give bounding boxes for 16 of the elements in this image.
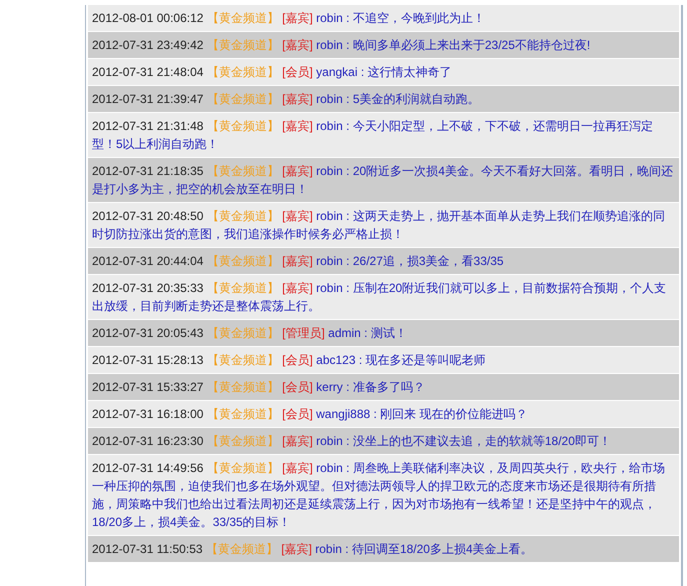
chat-message: 2012-07-31 20:48:50 【黄金频道】 [嘉宾] robin : 这两天走势上，抛开基本面单从走势上我们在顺势追涨的同时切防拉涨出货的意图，我们追涨操作时候务必严格止损！ <box>88 203 679 247</box>
chat-message: 2012-08-01 00:06:12 【黄金频道】 [嘉宾] robin : 不追空，今晚到此为止！ <box>88 5 679 31</box>
chat-message: 2012-07-31 16:18:00 【黄金频道】 [会员] wangji888 : 刚回来 现在的价位能进吗？ <box>88 401 679 427</box>
chat-message: 2012-07-31 20:44:04 【黄金频道】 [嘉宾] robin : 26/27追，损3美金，看33/35 <box>88 248 679 274</box>
chat-message: 2012-07-31 20:35:33 【黄金频道】 [嘉宾] robin : 压制在20附近我们就可以多上，目前数据符合预期，个人支出放缓，目前判断走势还是整体震荡上行。 <box>88 275 679 319</box>
chat-message: 2012-07-31 21:39:47 【黄金频道】 [嘉宾] robin : 5美金的利润就自动跑。 <box>88 86 679 112</box>
chat-message: 2012-07-31 21:18:35 【黄金频道】 [嘉宾] robin : 20附近多一次损4美金。今天不看好大回落。看明日，晚间还是打小多为主，把空的机会放至在明日！ <box>88 158 679 202</box>
chat-message: 2012-07-31 15:28:13 【黄金频道】 [会员] abc123 : 现在多还是等叫呢老师 <box>88 347 679 373</box>
chat-message: 2012-07-31 15:33:27 【黄金频道】 [会员] kerry : 准备多了吗？ <box>88 374 679 400</box>
chat-message: 2012-07-31 20:05:43 【黄金频道】 [管理员] admin : 测试！ <box>88 320 679 346</box>
chat-message: 2012-07-31 21:48:04 【黄金频道】 [会员] yangkai : 这行情太神奇了 <box>88 59 679 85</box>
chat-message: 2012-07-31 11:50:53 【黄金频道】 [嘉宾] robin : 待回调至18/20多上损4美金上看。 <box>88 536 679 562</box>
chat-message: 2012-07-31 14:49:56 【黄金频道】 [嘉宾] robin : 周叁晚上美联储利率决议，及周四英央行，欧央行，给市场一种压抑的氛围，迫使我们也多在场外观望。但对德法两领导人的捍卫欧元的态度来市场还是很期待有所措施，周策略中我们也给出过看法周初还是延续震荡上行，因为对市场抱有一线希望！还是坚持中午的观点，18/20多上，损4美金。33/35的目标！ <box>88 455 679 535</box>
chat-message: 2012-07-31 16:23:30 【黄金频道】 [嘉宾] robin : 没坐上的也不建议去追，走的软就等18/20即可！ <box>88 428 679 454</box>
chat-message: 2012-07-31 23:49:42 【黄金频道】 [嘉宾] robin : 晚间多单必须上来出来于23/25不能持仓过夜! <box>88 32 679 58</box>
chat-message: 2012-07-31 21:31:48 【黄金频道】 [嘉宾] robin : 今天小阳定型，上不破，下不破，还需明日一拉再狂泻定型！5以上利润自动跑！ <box>88 113 679 157</box>
